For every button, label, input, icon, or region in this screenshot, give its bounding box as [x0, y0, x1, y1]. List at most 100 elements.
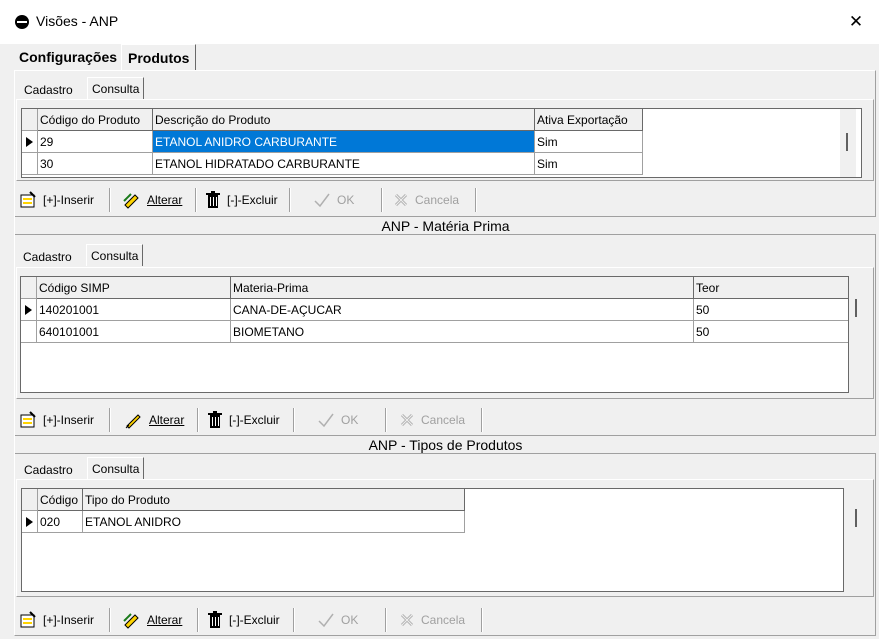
table-cell[interactable]: CANA-DE-AÇUCAR [231, 299, 694, 321]
insert-icon [20, 611, 36, 628]
row-indicator [21, 321, 37, 343]
table-cell[interactable]: ETANOL ANIDRO [83, 511, 465, 533]
table-cell[interactable]: 50 [694, 321, 848, 343]
excluir-button[interactable]: [-]-Excluir [203, 606, 295, 634]
insert-icon [20, 191, 36, 208]
scroll-thumb[interactable] [846, 133, 848, 151]
alterar-button[interactable]: Alterar [115, 186, 197, 214]
materia-scrollbar[interactable] [849, 277, 865, 392]
tab-configuracoes[interactable]: Configurações [19, 44, 117, 70]
column-header[interactable]: Teor [694, 277, 848, 299]
table-cell[interactable]: Sim [535, 131, 643, 153]
inserir-button[interactable]: [+]-Inserir [15, 186, 111, 214]
ok-button[interactable]: OK [303, 406, 387, 434]
close-button[interactable]: ✕ [833, 0, 879, 44]
row-indicator [21, 299, 37, 321]
materia-toolbar: [+]-Inserir Alterar [-]-Excluir OK Cance… [15, 406, 490, 434]
trash-icon [208, 611, 222, 628]
cancel-x-icon [394, 193, 408, 207]
cancela-label: Cancela [421, 413, 466, 427]
materia-prima-title: ANP - Matéria Prima [15, 216, 876, 235]
column-header[interactable]: Código [38, 489, 83, 511]
table-cell[interactable]: 29 [38, 131, 153, 153]
ok-button[interactable]: OK [299, 186, 383, 214]
excluir-label: [-]-Excluir [229, 413, 280, 427]
cancela-button[interactable]: Cancela [387, 186, 477, 214]
table-cell[interactable]: Sim [535, 153, 643, 175]
cancela-label: Cancela [421, 613, 466, 627]
title-bar: Visões - ANP ✕ [0, 0, 879, 44]
tipos-produtos-grid[interactable]: Código Tipo do Produto 020 ETANOL ANIDRO [21, 488, 844, 592]
column-header[interactable]: Materia-Prima [231, 277, 694, 299]
tipos-produtos-title: ANP - Tipos de Produtos [15, 435, 876, 454]
inserir-button[interactable]: [+]-Inserir [15, 406, 111, 434]
tab-produtos[interactable]: Produtos [121, 44, 197, 70]
close-icon: ✕ [848, 12, 864, 31]
table-cell[interactable]: 140201001 [37, 299, 231, 321]
inserir-label: [+]-Inserir [43, 413, 95, 427]
ok-label: OK [341, 413, 359, 427]
alterar-button[interactable]: Alterar [115, 606, 199, 634]
checkmark-icon [314, 193, 330, 208]
tipos-tab-cadastro[interactable]: Cadastro [24, 459, 73, 481]
ok-button[interactable]: OK [303, 606, 387, 634]
produtos-tab-consulta[interactable]: Consulta [87, 77, 145, 99]
produtos-toolbar: [+]-Inserir Alterar [-]-Excluir OK Cance… [15, 186, 485, 214]
column-header[interactable]: Ativa Exportação [535, 109, 643, 131]
tipos-toolbar: [+]-Inserir Alterar [-]-Excluir OK Cance… [15, 606, 490, 634]
column-header[interactable]: Tipo do Produto [83, 489, 465, 511]
inserir-button[interactable]: [+]-Inserir [15, 606, 111, 634]
materia-tab-consulta[interactable]: Consulta [86, 244, 144, 266]
table-cell[interactable]: ETANOL HIDRATADO CARBURANTE [153, 153, 535, 175]
alterar-button[interactable]: Alterar [115, 406, 199, 434]
column-header[interactable]: Código SIMP [37, 277, 231, 299]
alterar-label: Alterar [149, 413, 185, 427]
table-cell[interactable]: BIOMETANO [231, 321, 694, 343]
app-icon [15, 15, 29, 29]
row-indicator [22, 131, 38, 153]
cancela-button[interactable]: Cancela [391, 406, 483, 434]
ok-label: OK [341, 613, 359, 627]
excluir-label: [-]-Excluir [227, 193, 278, 207]
cancela-label: Cancela [415, 193, 460, 207]
materia-tab-cadastro[interactable]: Cadastro [23, 246, 72, 268]
alterar-label: Alterar [147, 613, 183, 627]
grid-corner [21, 277, 37, 299]
edit-icon [123, 613, 139, 629]
checkmark-icon [318, 613, 334, 628]
table-cell[interactable]: 50 [694, 299, 848, 321]
produtos-grid[interactable]: Código do Produto Descrição do Produto A… [21, 108, 862, 178]
table-cell[interactable]: 640101001 [37, 321, 231, 343]
current-row-arrow-icon [25, 305, 32, 315]
edit-pencil-icon [125, 414, 141, 429]
produtos-scrollbar[interactable] [840, 109, 856, 177]
materia-prima-grid[interactable]: Código SIMP Materia-Prima Teor 140201001… [20, 276, 849, 393]
table-cell[interactable]: 30 [38, 153, 153, 175]
inserir-label: [+]-Inserir [43, 613, 95, 627]
column-header[interactable]: Descrição do Produto [153, 109, 535, 131]
current-row-arrow-icon [26, 517, 33, 527]
tipos-tab-consulta[interactable]: Consulta [87, 457, 145, 479]
alterar-label: Alterar [147, 193, 183, 207]
excluir-button[interactable]: [-]-Excluir [203, 406, 295, 434]
app-window: Visões - ANP ✕ Configurações Produtos Ca… [0, 0, 879, 639]
table-cell[interactable]: 020 [38, 511, 83, 533]
table-cell-selected[interactable]: ETANOL ANIDRO CARBURANTE [153, 131, 535, 153]
insert-icon [20, 411, 36, 428]
scroll-thumb[interactable] [855, 299, 857, 317]
cancela-button[interactable]: Cancela [391, 606, 483, 634]
trash-icon [208, 411, 222, 428]
inserir-label: [+]-Inserir [43, 193, 95, 207]
cancel-x-icon [400, 413, 414, 427]
trash-icon [206, 191, 220, 208]
tipos-scrollbar[interactable] [849, 489, 865, 591]
cancel-x-icon [400, 613, 414, 627]
excluir-button[interactable]: [-]-Excluir [201, 186, 291, 214]
current-row-arrow-icon [26, 137, 33, 147]
produtos-tab-cadastro[interactable]: Cadastro [24, 79, 73, 101]
row-indicator [22, 511, 38, 533]
scroll-thumb[interactable] [855, 509, 857, 527]
window-title: Visões - ANP [36, 13, 119, 29]
column-header[interactable]: Código do Produto [38, 109, 153, 131]
edit-icon [123, 193, 139, 209]
